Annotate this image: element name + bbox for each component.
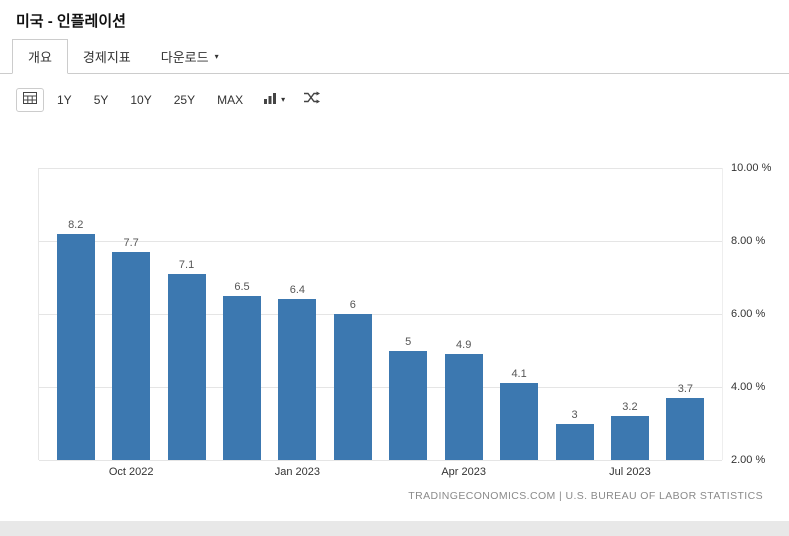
bar-value-label: 4.1 — [511, 368, 527, 381]
x-axis-label: Jan 2023 — [274, 466, 321, 478]
x-axis-cell — [159, 466, 214, 478]
bar-value-label: 6.5 — [234, 280, 250, 293]
tab-economic-indicators-label: 경제지표 — [82, 50, 131, 65]
bar[interactable] — [610, 416, 649, 460]
range-button-max[interactable]: MAX — [208, 89, 252, 111]
bar-value-label: 7.7 — [123, 236, 139, 249]
header: 미국 - 인플레이션 — [0, 0, 789, 37]
x-axis-cell — [214, 466, 269, 478]
x-axis-label: Jul 2023 — [609, 466, 651, 478]
bar-slot: 7.1 — [159, 259, 214, 460]
bar[interactable] — [555, 423, 594, 460]
x-axis-label: Oct 2022 — [108, 466, 154, 478]
bar-slot: 6.4 — [270, 284, 325, 460]
bars: 8.2 7.7 7.1 6.5 6.4 6 5 4.9 4.1 3 3.2 3.7 — [38, 168, 723, 460]
bar[interactable] — [333, 314, 372, 460]
bar-slot: 3.2 — [602, 401, 657, 460]
shuffle-icon — [303, 91, 321, 109]
range-button-10y[interactable]: 10Y — [121, 89, 160, 111]
bar[interactable] — [666, 397, 705, 460]
chart: 8.2 7.7 7.1 6.5 6.4 6 5 4.9 4.1 3 3.2 3.7 10.00 % 8.… — [0, 162, 789, 484]
bar[interactable] — [56, 233, 95, 460]
bar-value-label: 5 — [405, 335, 412, 348]
chart-attribution: TRADINGECONOMICS.COM | U.S. BUREAU OF LA… — [408, 490, 763, 502]
bar-value-label: 8.2 — [68, 218, 84, 231]
x-axis-label: Apr 2023 — [441, 466, 486, 478]
y-axis-label: 6.00 % — [731, 308, 766, 320]
x-axis: Oct 2022 Jan 2023 Apr 2023 Jul 2023 — [38, 466, 723, 478]
bar[interactable] — [278, 299, 317, 460]
tab-download[interactable]: 다운로드 ▾ — [146, 40, 234, 73]
chart-type-button[interactable]: ▾ — [256, 87, 292, 113]
range-button-1y[interactable]: 1Y — [48, 89, 81, 111]
tab-overview-label: 개요 — [28, 50, 52, 65]
bar-value-label: 6 — [349, 299, 356, 311]
x-axis-cell — [48, 466, 103, 478]
caret-down-icon: ▾ — [281, 95, 286, 104]
tab-overview[interactable]: 개요 — [12, 39, 68, 74]
tab-economic-indicators[interactable]: 경제지표 — [68, 40, 146, 73]
bar-slot: 4.9 — [436, 339, 491, 460]
calendar-icon — [23, 91, 37, 109]
range-button-5y[interactable]: 5Y — [85, 89, 118, 111]
bar-slot: 6 — [325, 299, 380, 460]
bar[interactable] — [444, 354, 483, 460]
x-axis-cell — [381, 466, 436, 478]
bar-value-label: 3.7 — [677, 382, 693, 395]
gridline — [39, 460, 722, 461]
page-title: 미국 - 인플레이션 — [16, 13, 126, 30]
bar-slot: 3.7 — [658, 383, 713, 460]
bar-slot: 5 — [381, 335, 436, 460]
tab-bar: 개요 경제지표 다운로드 ▾ — [0, 39, 789, 74]
bar-slot: 8.2 — [48, 219, 103, 460]
caret-down-icon: ▾ — [214, 51, 219, 61]
y-axis: 10.00 % 8.00 % 6.00 % 4.00 % 2.00 % — [725, 162, 789, 466]
bar-value-label: 3.2 — [622, 401, 638, 414]
bar-value-label: 4.9 — [456, 339, 472, 352]
bar-slot: 6.5 — [214, 281, 269, 460]
bar[interactable] — [112, 251, 151, 460]
x-axis-cell — [547, 466, 602, 478]
bottom-strip — [0, 521, 789, 536]
bar-value-label: 6.4 — [289, 284, 306, 297]
x-axis-cell — [491, 466, 546, 478]
trading-economics-page: 미국 - 인플레이션 개요 경제지표 다운로드 ▾ 1Y 5Y 10Y 25Y … — [0, 0, 789, 536]
chart-toolbar: 1Y 5Y 10Y 25Y MAX ▾ — [0, 74, 789, 124]
bar[interactable] — [389, 350, 428, 460]
bar-slot: 7.7 — [103, 237, 158, 460]
bar-value-label: 7.1 — [178, 258, 195, 271]
bar-slot: 4.1 — [491, 368, 546, 460]
x-axis-cell — [325, 466, 380, 478]
y-axis-label: 2.00 % — [731, 454, 766, 466]
calendar-button[interactable] — [16, 88, 44, 112]
bar-chart-icon — [263, 91, 277, 109]
y-axis-label: 10.00 % — [731, 162, 772, 174]
bar-value-label: 3 — [571, 408, 578, 421]
x-axis-cell — [658, 466, 713, 478]
bars-layer: 8.2 7.7 7.1 6.5 6.4 6 5 4.9 4.1 3 3.2 3.7 — [38, 168, 723, 460]
bar[interactable] — [500, 383, 539, 460]
compare-button[interactable] — [296, 87, 327, 113]
tab-download-label: 다운로드 — [160, 50, 209, 65]
y-axis-label: 8.00 % — [731, 235, 766, 247]
bar[interactable] — [167, 273, 206, 460]
range-button-25y[interactable]: 25Y — [165, 89, 204, 111]
y-axis-label: 4.00 % — [731, 381, 766, 393]
bar[interactable] — [222, 295, 261, 460]
bar-slot: 3 — [547, 408, 602, 460]
